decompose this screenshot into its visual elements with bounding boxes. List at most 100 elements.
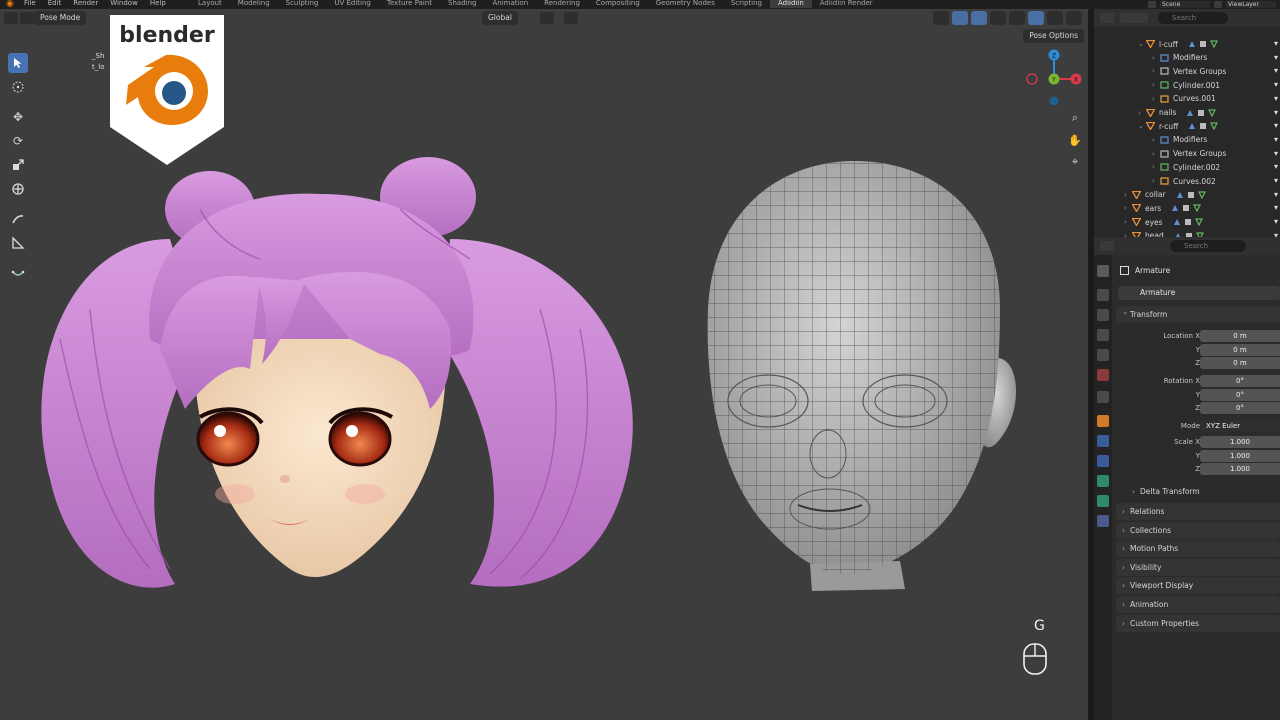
menu-render[interactable]: Render <box>73 0 98 8</box>
outliner-row[interactable]: › Modifiers <box>1152 133 1207 147</box>
workspace-tab[interactable]: Layout <box>190 0 230 8</box>
visibility-toggle-icon[interactable]: ▾ <box>1274 149 1278 158</box>
transform-panel-header[interactable]: Transform <box>1116 303 1280 323</box>
expand-arrow-icon[interactable]: ⌄ <box>1138 40 1146 48</box>
scale-y-field[interactable]: 1.000 <box>1200 450 1280 462</box>
zoom-icon[interactable]: ⌕ <box>1066 109 1084 127</box>
outliner-row[interactable]: › collar <box>1124 188 1206 202</box>
expand-arrow-icon[interactable]: › <box>1152 163 1160 171</box>
outliner-row[interactable]: › ears <box>1124 201 1202 215</box>
pan-hand-icon[interactable]: ✋ <box>1066 131 1084 149</box>
properties-editor-icon[interactable] <box>1100 241 1114 251</box>
visibility-toggle-icon[interactable]: ▾ <box>1274 121 1278 130</box>
expand-arrow-icon[interactable]: › <box>1152 177 1160 185</box>
object-name-field[interactable]: Armature <box>1118 286 1280 300</box>
outliner-row[interactable]: › eyes <box>1124 215 1203 229</box>
outliner-row[interactable]: › Curves.001 <box>1152 92 1216 106</box>
render-tab-icon[interactable] <box>1097 289 1109 301</box>
menu-window[interactable]: Window <box>110 0 138 8</box>
expand-arrow-icon[interactable]: › <box>1152 67 1160 75</box>
expand-arrow-icon[interactable]: › <box>1152 136 1160 144</box>
outliner-row[interactable]: › Vertex Groups <box>1152 147 1226 161</box>
rotation-x-field[interactable]: 0° <box>1200 375 1280 387</box>
workspace-tab[interactable]: Animation <box>484 0 536 8</box>
menu-edit[interactable]: Edit <box>48 0 62 8</box>
visibility-toggle-icon[interactable]: ▾ <box>1274 135 1278 144</box>
workspace-tab[interactable]: Texture Paint <box>379 0 440 8</box>
outliner-row[interactable]: › nails <box>1138 106 1217 120</box>
scene-tab-icon[interactable] <box>1097 349 1109 361</box>
3d-viewport[interactable]: Pose Mode Global Pose Options _Sh t_lo ✥… <box>0 9 1088 720</box>
workspace-tab[interactable]: Scripting <box>723 0 770 8</box>
bone-tab-icon[interactable] <box>1097 495 1109 507</box>
expand-arrow-icon[interactable]: › <box>1138 109 1146 117</box>
collapsed-panel-header[interactable]: Custom Properties <box>1116 614 1280 632</box>
workspace-tab[interactable]: Compositing <box>588 0 648 8</box>
collapsed-panel-header[interactable]: Viewport Display <box>1116 577 1280 595</box>
visibility-toggle-icon[interactable]: ▾ <box>1274 39 1278 48</box>
outliner-row[interactable]: › Modifiers <box>1152 51 1207 65</box>
expand-arrow-icon[interactable]: › <box>1124 204 1132 212</box>
outliner-row[interactable]: › Cylinder.001 <box>1152 78 1220 92</box>
scene-icon[interactable] <box>1148 1 1156 8</box>
expand-arrow-icon[interactable]: › <box>1152 54 1160 62</box>
location-y-field[interactable]: 0 m <box>1200 344 1280 356</box>
workspace-tab[interactable]: Geometry Nodes <box>648 0 723 8</box>
collapsed-panel-header[interactable]: Animation <box>1116 596 1280 613</box>
workspace-tab[interactable]: Adiidiin <box>769 0 812 8</box>
world-tab-icon[interactable] <box>1097 369 1109 381</box>
collapsed-panel-header[interactable]: Visibility <box>1116 558 1280 576</box>
camera-view-icon[interactable]: ⌖ <box>1066 153 1084 171</box>
visibility-toggle-icon[interactable]: ▾ <box>1274 217 1278 226</box>
armature-data-tab-icon[interactable] <box>1097 475 1109 487</box>
constraints-tab-icon[interactable] <box>1097 455 1109 467</box>
location-x-field[interactable]: 0 m <box>1200 330 1280 342</box>
navigation-gizmo[interactable]: Z X Y <box>1024 45 1084 105</box>
outliner-row[interactable]: › Cylinder.002 <box>1152 160 1220 174</box>
visibility-toggle-icon[interactable]: ▾ <box>1274 203 1278 212</box>
outliner-row[interactable]: ⌄ l-cuff <box>1138 37 1218 51</box>
outliner-row[interactable]: ⌄ r-cuff <box>1138 119 1219 133</box>
expand-arrow-icon[interactable]: › <box>1152 81 1160 89</box>
scale-x-field[interactable]: 1.000 <box>1200 436 1280 448</box>
scene-field[interactable]: Scene <box>1160 1 1210 8</box>
outliner-row[interactable]: › Vertex Groups <box>1152 64 1226 78</box>
workspace-tab[interactable]: Modeling <box>230 0 278 8</box>
menu-help[interactable]: Help <box>150 0 166 8</box>
location-z-field[interactable]: 0 m <box>1200 357 1280 369</box>
scale-z-field[interactable]: 1.000 <box>1200 463 1280 475</box>
workspace-tab[interactable]: UV Editing <box>326 0 379 8</box>
visibility-toggle-icon[interactable]: ▾ <box>1274 162 1278 171</box>
outliner-editor-icon[interactable] <box>1100 13 1114 23</box>
workspace-tab[interactable]: Sculpting <box>278 0 327 8</box>
menu-file[interactable]: File <box>24 0 36 8</box>
visibility-toggle-icon[interactable]: ▾ <box>1274 53 1278 62</box>
tool-tab-icon[interactable] <box>1097 265 1109 277</box>
view-layer-icon[interactable] <box>1214 1 1222 8</box>
collapsed-panel-header[interactable]: Relations <box>1116 503 1280 520</box>
visibility-toggle-icon[interactable]: ▾ <box>1274 190 1278 199</box>
expand-arrow-icon[interactable]: › <box>1124 218 1132 226</box>
rotation-mode-dropdown[interactable]: XYZ Euler <box>1200 420 1280 432</box>
visibility-toggle-icon[interactable]: ▾ <box>1274 94 1278 103</box>
expand-arrow-icon[interactable]: › <box>1152 150 1160 158</box>
outliner-search-input[interactable]: Search <box>1158 12 1228 24</box>
visibility-toggle-icon[interactable]: ▾ <box>1274 176 1278 185</box>
collapsed-panel-header[interactable]: Collections <box>1116 521 1280 539</box>
output-tab-icon[interactable] <box>1097 309 1109 321</box>
workspace-tab[interactable]: Rendering <box>536 0 588 8</box>
view-layer-field[interactable]: ViewLayer <box>1226 1 1276 8</box>
rotation-y-field[interactable]: 0° <box>1200 389 1280 401</box>
visibility-toggle-icon[interactable]: ▾ <box>1274 66 1278 75</box>
bone-constraints-tab-icon[interactable] <box>1097 515 1109 527</box>
workspace-tab[interactable]: Adiidiin Render <box>812 0 881 8</box>
rotation-z-field[interactable]: 0° <box>1200 402 1280 414</box>
visibility-toggle-icon[interactable]: ▾ <box>1274 80 1278 89</box>
properties-search-input[interactable]: Search <box>1170 240 1246 252</box>
expand-arrow-icon[interactable]: › <box>1124 191 1132 199</box>
workspace-tab[interactable]: Shading <box>440 0 484 8</box>
collection-tab-icon[interactable] <box>1097 391 1109 403</box>
blender-menu-icon[interactable]: ◉ <box>6 0 18 9</box>
outliner-row[interactable]: › Curves.002 <box>1152 174 1216 188</box>
display-mode-icon[interactable] <box>1120 13 1148 23</box>
